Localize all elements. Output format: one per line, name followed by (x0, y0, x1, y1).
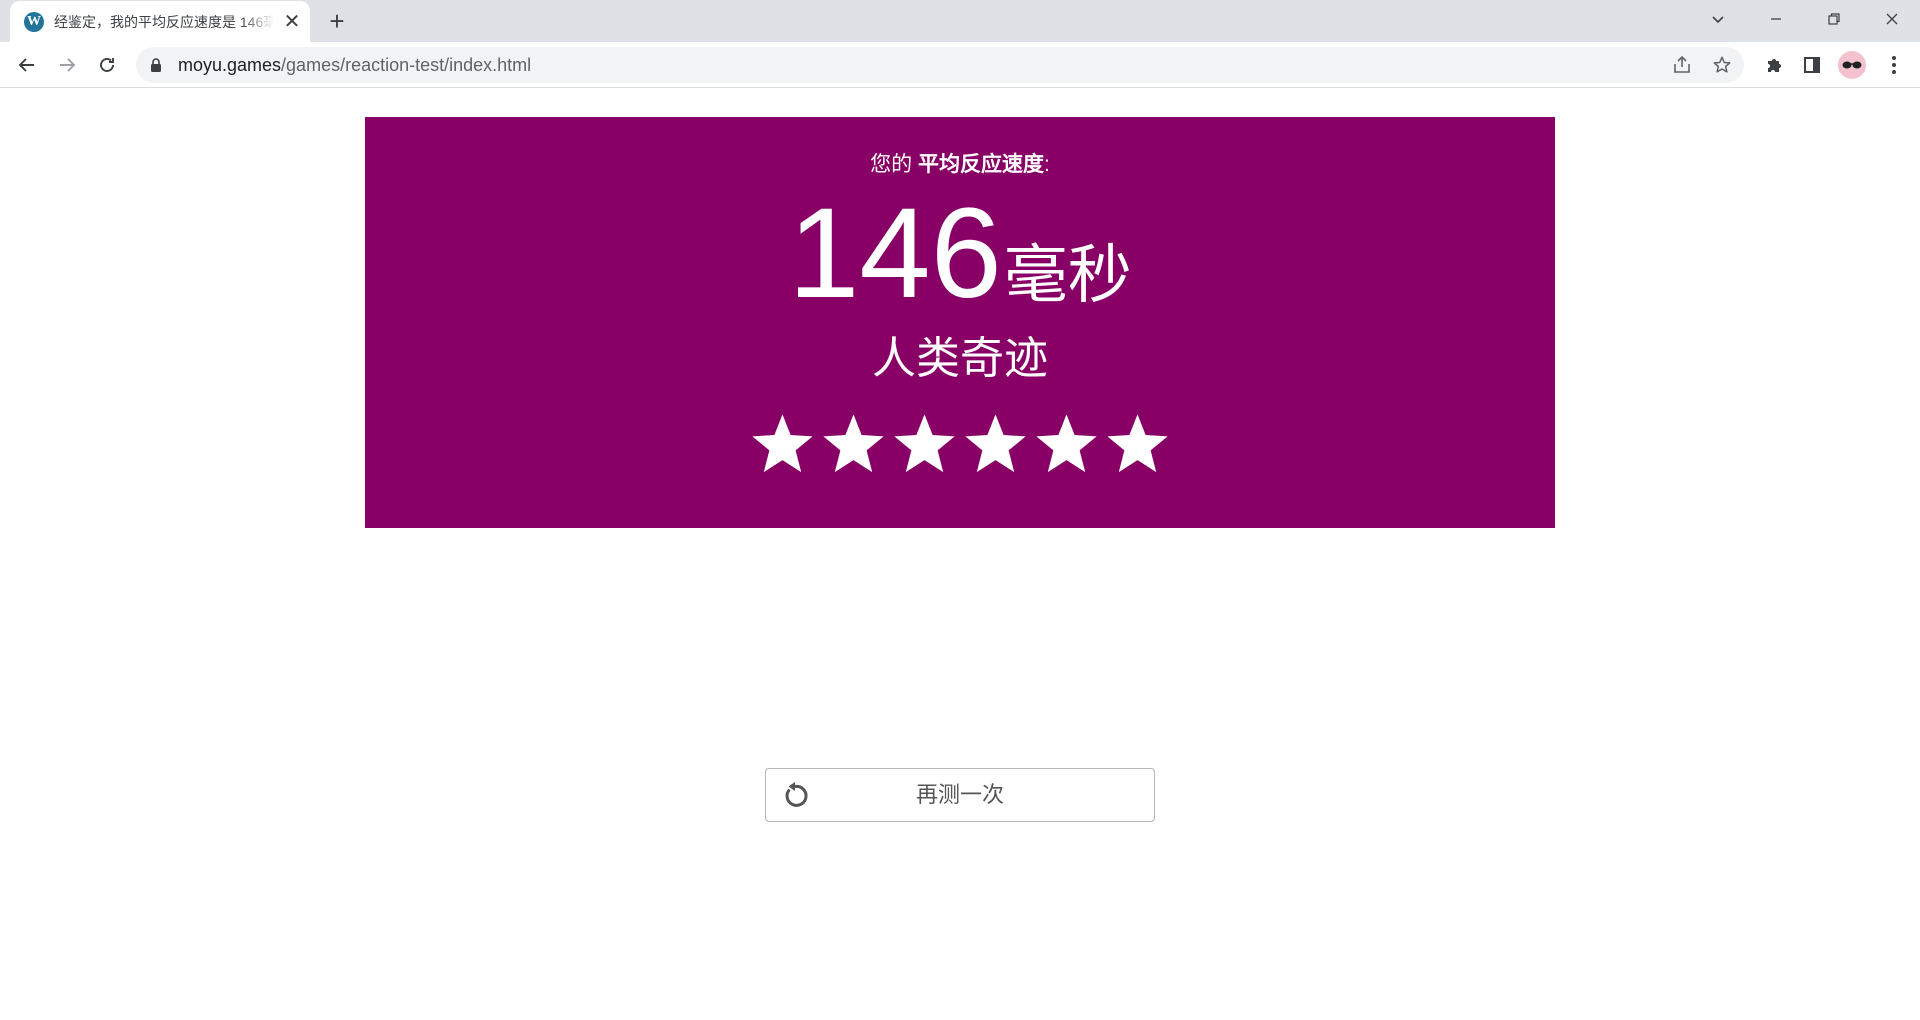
tab-close-icon[interactable]: ✕ (282, 12, 302, 32)
result-panel: 您的 平均反应速度: 146 毫秒 人类奇迹 (365, 117, 1555, 528)
average-label-emphasis: 平均反应速度 (918, 153, 1044, 176)
tab-search-button[interactable] (1690, 0, 1746, 38)
star-filled-icon (823, 414, 884, 473)
url-host: moyu.games (178, 55, 282, 75)
wordpress-icon: W (24, 11, 44, 32)
extensions-button[interactable] (1760, 51, 1788, 79)
forward-button[interactable] (51, 49, 83, 81)
tab-strip: W 经鉴定，我的平均反应速度是 146毫秒，人类奇迹 ✕ + (0, 0, 1920, 42)
tab-title: 经鉴定，我的平均反应速度是 146毫秒，人类奇迹 (54, 13, 274, 30)
address-bar[interactable]: moyu.games/games/reaction-test/index.htm… (136, 47, 1744, 83)
close-icon (1886, 13, 1898, 25)
url-path: /games/reaction-test/index.html (281, 55, 532, 75)
star-filled-icon (894, 414, 955, 473)
average-label-suffix: : (1044, 153, 1050, 176)
score-value: 146 (788, 182, 1002, 325)
side-panel-button[interactable] (1798, 51, 1826, 79)
restore-icon (1828, 13, 1840, 25)
browser-toolbar: moyu.games/games/reaction-test/index.htm… (0, 42, 1920, 88)
star-filled-icon (1107, 414, 1168, 473)
restore-button[interactable] (1806, 0, 1862, 38)
new-tab-button[interactable]: + (322, 6, 352, 36)
retry-button[interactable]: 再测一次 (765, 768, 1155, 822)
star-filled-icon (752, 414, 813, 473)
retry-label: 再测一次 (915, 782, 1004, 807)
star-filled-icon (1036, 414, 1097, 473)
verdict-text: 人类奇迹 (872, 334, 1048, 383)
menu-button[interactable] (1880, 51, 1908, 79)
back-arrow-icon (18, 58, 34, 72)
lock-icon (151, 58, 161, 72)
share-button[interactable] (1670, 53, 1694, 77)
chevron-down-icon (1712, 16, 1724, 24)
bookmark-button[interactable] (1710, 53, 1734, 77)
more-vert-icon (1892, 56, 1896, 74)
reload-button[interactable] (91, 49, 123, 81)
forward-arrow-icon (60, 58, 76, 72)
star-outline-icon (1713, 56, 1731, 73)
back-button[interactable] (11, 49, 43, 81)
share-icon (1674, 55, 1690, 73)
average-label-prefix: 您的 (870, 153, 918, 176)
profile-avatar[interactable] (1838, 51, 1866, 79)
rating-stars (365, 403, 1555, 487)
average-speed-label: 您的 平均反应速度: (365, 150, 1555, 180)
star-filled-icon (965, 414, 1026, 473)
minimize-button[interactable] (1748, 0, 1804, 38)
side-panel-icon (1804, 57, 1820, 73)
sunglasses-icon (1842, 61, 1862, 69)
reload-icon (100, 58, 114, 72)
browser-tab[interactable]: W 经鉴定，我的平均反应速度是 146毫秒，人类奇迹 ✕ (10, 1, 310, 42)
url-text: moyu.games/games/reaction-test/index.htm… (178, 47, 531, 83)
score-display: 146 毫秒 (365, 189, 1555, 319)
minimize-icon (1771, 18, 1781, 20)
score-unit: 毫秒 (1003, 239, 1132, 311)
window-close-button[interactable] (1864, 0, 1920, 38)
puzzle-icon (1768, 59, 1781, 72)
